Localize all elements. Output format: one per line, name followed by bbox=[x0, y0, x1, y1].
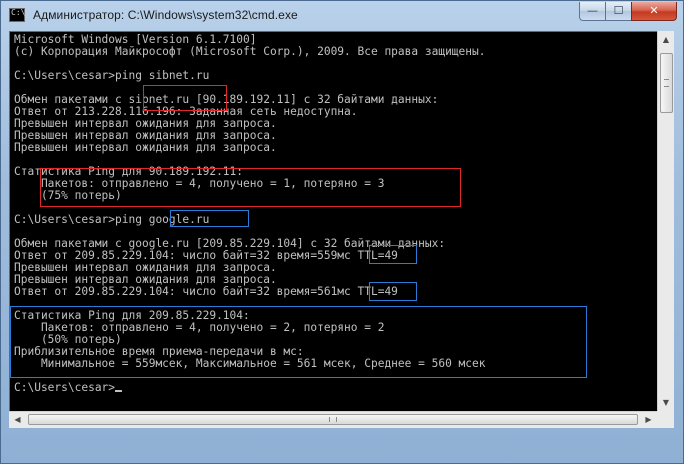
console-line: C:\Users\cesar>ping sibnet.ru bbox=[14, 69, 210, 82]
scrollbar-corner bbox=[657, 411, 674, 428]
close-button[interactable]: ✕ bbox=[631, 2, 677, 21]
scroll-left-icon[interactable]: ◀ bbox=[9, 412, 26, 428]
window-frame-bottom bbox=[1, 428, 683, 463]
cmd-icon[interactable] bbox=[9, 8, 25, 22]
console-line: Ответ от 209.85.229.104: число байт=32 в… bbox=[14, 285, 398, 298]
scroll-down-icon[interactable]: ▼ bbox=[658, 394, 674, 411]
console-prompt: C:\Users\cesar> bbox=[14, 381, 116, 394]
horizontal-scrollbar[interactable]: ◀ ▶ bbox=[9, 411, 657, 428]
maximize-button[interactable]: ☐ bbox=[605, 2, 632, 21]
highlight-box-time-2 bbox=[369, 282, 417, 301]
console-output[interactable]: Microsoft Windows [Version 6.1.7100] (c)… bbox=[9, 31, 657, 411]
horizontal-scroll-thumb[interactable] bbox=[28, 414, 638, 425]
cmd-window: Администратор: C:\Windows\system32\cmd.e… bbox=[0, 0, 684, 464]
minimize-icon: — bbox=[587, 4, 598, 17]
close-icon: ✕ bbox=[649, 4, 659, 17]
console-line: Превышен интервал ожидания для запроса. bbox=[14, 141, 277, 154]
scroll-right-icon[interactable]: ▶ bbox=[640, 412, 657, 428]
maximize-icon: ☐ bbox=[613, 4, 624, 17]
highlight-box-time-1 bbox=[369, 245, 417, 264]
title-bar[interactable]: Администратор: C:\Windows\system32\cmd.e… bbox=[1, 1, 683, 31]
highlight-box-stats-2 bbox=[10, 306, 587, 378]
minimize-button[interactable]: — bbox=[579, 2, 606, 21]
highlight-box-sibnet bbox=[143, 85, 227, 111]
text-cursor bbox=[115, 390, 123, 392]
window-title: Администратор: C:\Windows\system32\cmd.e… bbox=[33, 8, 298, 22]
console-line: (c) Корпорация Майкрософт (Microsoft Cor… bbox=[14, 45, 486, 58]
vertical-scroll-thumb[interactable] bbox=[660, 53, 673, 113]
highlight-box-google bbox=[170, 210, 249, 227]
scroll-up-icon[interactable]: ▲ bbox=[658, 31, 674, 48]
highlight-box-stats-1 bbox=[40, 168, 461, 207]
vertical-scrollbar[interactable]: ▲ ▼ bbox=[657, 31, 674, 411]
